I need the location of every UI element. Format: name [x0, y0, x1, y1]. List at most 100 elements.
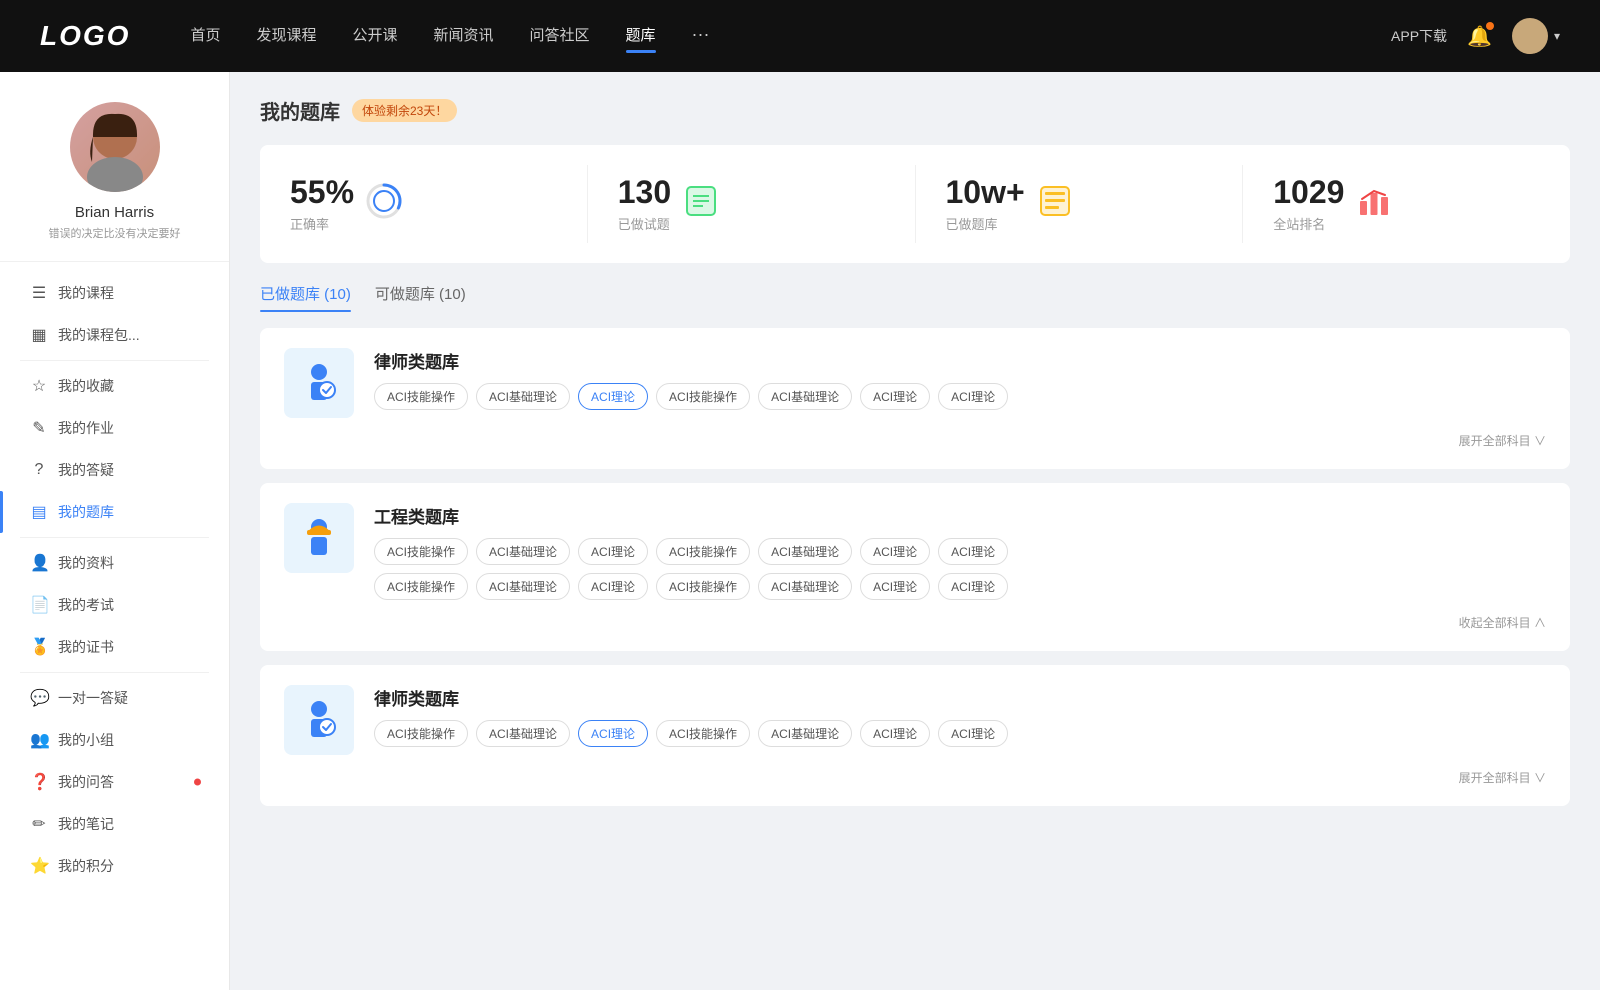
- qbank-card-2: 工程类题库 ACI技能操作 ACI基础理论 ACI理论 ACI技能操作 ACI基…: [260, 483, 1570, 651]
- sidebar-item-group[interactable]: 👥 我的小组: [0, 719, 229, 761]
- nav-link-qa[interactable]: 问答社区: [530, 24, 590, 49]
- sidebar-item-qbank[interactable]: ▤ 我的题库: [0, 491, 229, 533]
- tag[interactable]: ACI技能操作: [374, 383, 468, 410]
- package-icon: ▦: [30, 325, 48, 345]
- tag[interactable]: ACI基础理论: [476, 720, 570, 747]
- tag[interactable]: ACI技能操作: [374, 538, 468, 565]
- tags-row-3: ACI技能操作 ACI基础理论 ACI理论 ACI技能操作 ACI基础理论 AC…: [374, 720, 1546, 747]
- tag[interactable]: ACI理论: [860, 383, 930, 410]
- divider: [20, 360, 209, 361]
- sidebar-item-profile[interactable]: 👤 我的资料: [0, 542, 229, 584]
- nav-right: APP下载 🔔 ▾: [1391, 18, 1560, 54]
- tags-row-2a: ACI技能操作 ACI基础理论 ACI理论 ACI技能操作 ACI基础理论 AC…: [374, 538, 1546, 565]
- tag[interactable]: ACI基础理论: [758, 383, 852, 410]
- sidebar-item-notes[interactable]: ✏ 我的笔记: [0, 803, 229, 845]
- stat-done-questions-value: 130: [618, 175, 671, 210]
- tag[interactable]: ACI理论: [938, 720, 1008, 747]
- divider: [20, 537, 209, 538]
- sidebar-item-homework[interactable]: ✎ 我的作业: [0, 407, 229, 449]
- sidebar-item-exam[interactable]: 📄 我的考试: [0, 584, 229, 626]
- notification-dot: [194, 779, 201, 786]
- tag[interactable]: ACI理论: [938, 383, 1008, 410]
- expand-link-1[interactable]: 展开全部科目 ∨: [284, 432, 1546, 449]
- tag[interactable]: ACI技能操作: [656, 720, 750, 747]
- homework-icon: ✎: [30, 418, 48, 438]
- tag[interactable]: ACI理论: [860, 538, 930, 565]
- tutor-icon: 💬: [30, 688, 48, 708]
- nav-app-download[interactable]: APP下载: [1391, 26, 1447, 46]
- nav-link-news[interactable]: 新闻资讯: [434, 24, 494, 49]
- points-icon: ⭐: [30, 856, 48, 876]
- nav-link-open[interactable]: 公开课: [352, 24, 397, 49]
- nav-link-home[interactable]: 首页: [190, 24, 220, 49]
- stat-done-questions-label: 已做试题: [618, 214, 671, 233]
- sidebar-item-questions[interactable]: ? 我的答疑: [0, 449, 229, 491]
- qbank-card-3: 律师类题库 ACI技能操作 ACI基础理论 ACI理论 ACI技能操作 ACI基…: [260, 665, 1570, 806]
- qbank-icon-wrap-2: [284, 503, 354, 573]
- qbank-icon-wrap-3: [284, 685, 354, 755]
- nav-link-qbank[interactable]: 题库: [626, 24, 656, 49]
- accuracy-icon: [366, 183, 402, 226]
- tag[interactable]: ACI技能操作: [656, 538, 750, 565]
- nav-avatar: [1512, 18, 1548, 54]
- navbar: LOGO 首页 发现课程 公开课 新闻资讯 问答社区 题库 ··· APP下载 …: [0, 0, 1600, 72]
- tab-done-banks[interactable]: 已做题库 (10): [260, 283, 351, 312]
- tag[interactable]: ACI基础理论: [476, 383, 570, 410]
- bell-notification-dot: [1486, 22, 1494, 30]
- course-icon: ☰: [30, 283, 48, 303]
- sidebar-item-label: 我的课程: [58, 283, 114, 303]
- tag[interactable]: ACI基础理论: [758, 720, 852, 747]
- sidebar-item-course-package[interactable]: ▦ 我的课程包...: [0, 314, 229, 356]
- tag[interactable]: ACI理论: [938, 538, 1008, 565]
- sidebar-item-my-qa[interactable]: ❓ 我的问答: [0, 761, 229, 803]
- expand-link-3[interactable]: 展开全部科目 ∨: [284, 769, 1546, 786]
- sidebar-item-certificate[interactable]: 🏅 我的证书: [0, 626, 229, 668]
- tags-row-1: ACI技能操作 ACI基础理论 ACI理论 ACI技能操作 ACI基础理论 AC…: [374, 383, 1546, 410]
- qbank-title-1: 律师类题库: [374, 348, 1546, 373]
- avatar: [70, 102, 160, 192]
- nav-user-menu[interactable]: ▾: [1512, 18, 1560, 54]
- sidebar-item-label: 我的证书: [58, 637, 114, 657]
- tag[interactable]: ACI技能操作: [374, 573, 468, 600]
- tag-active[interactable]: ACI理论: [578, 720, 648, 747]
- nav-links: 首页 发现课程 公开课 新闻资讯 问答社区 题库 ···: [190, 24, 1391, 49]
- sidebar-item-tutor[interactable]: 💬 一对一答疑: [0, 677, 229, 719]
- sidebar-item-label: 我的积分: [58, 856, 114, 876]
- sidebar-item-label: 一对一答疑: [58, 688, 128, 708]
- tab-available-banks[interactable]: 可做题库 (10): [375, 283, 466, 312]
- stat-accuracy: 55% 正确率: [260, 165, 588, 243]
- qbank-card-1: 律师类题库 ACI技能操作 ACI基础理论 ACI理论 ACI技能操作 ACI基…: [260, 328, 1570, 469]
- tag[interactable]: ACI理论: [860, 573, 930, 600]
- qbank-icon: ▤: [30, 502, 48, 522]
- tag[interactable]: ACI技能操作: [656, 573, 750, 600]
- qbank-icon-wrap-1: [284, 348, 354, 418]
- tag[interactable]: ACI基础理论: [476, 538, 570, 565]
- tag[interactable]: ACI理论: [938, 573, 1008, 600]
- sidebar-item-label: 我的答疑: [58, 460, 114, 480]
- nav-link-discover[interactable]: 发现课程: [256, 24, 316, 49]
- collapse-link-2[interactable]: 收起全部科目 ∧: [284, 614, 1546, 631]
- sidebar-item-favorites[interactable]: ☆ 我的收藏: [0, 365, 229, 407]
- tag[interactable]: ACI基础理论: [476, 573, 570, 600]
- profile-name: Brian Harris: [75, 204, 154, 221]
- tag[interactable]: ACI理论: [860, 720, 930, 747]
- sidebar-item-points[interactable]: ⭐ 我的积分: [0, 845, 229, 887]
- nav-bell-button[interactable]: 🔔: [1467, 24, 1492, 49]
- tag[interactable]: ACI基础理论: [758, 538, 852, 565]
- sidebar-item-course[interactable]: ☰ 我的课程: [0, 272, 229, 314]
- tag[interactable]: ACI技能操作: [374, 720, 468, 747]
- tag[interactable]: ACI技能操作: [656, 383, 750, 410]
- sidebar-item-label: 我的作业: [58, 418, 114, 438]
- nav-more[interactable]: ···: [692, 24, 710, 49]
- tag[interactable]: ACI理论: [578, 573, 648, 600]
- page-header: 我的题库 体验剩余23天！: [260, 96, 1570, 125]
- tag-active[interactable]: ACI理论: [578, 383, 648, 410]
- main-layout: Brian Harris 错误的决定比没有决定要好 ☰ 我的课程 ▦ 我的课程包…: [0, 72, 1600, 990]
- tag[interactable]: ACI理论: [578, 538, 648, 565]
- sidebar-item-label: 我的课程包...: [58, 325, 140, 345]
- stat-rank: 1029 全站排名: [1243, 165, 1570, 243]
- page-title: 我的题库: [260, 96, 340, 125]
- tag[interactable]: ACI基础理论: [758, 573, 852, 600]
- stats-row: 55% 正确率 130 已做试题: [260, 145, 1570, 263]
- questions-icon: [683, 183, 719, 226]
